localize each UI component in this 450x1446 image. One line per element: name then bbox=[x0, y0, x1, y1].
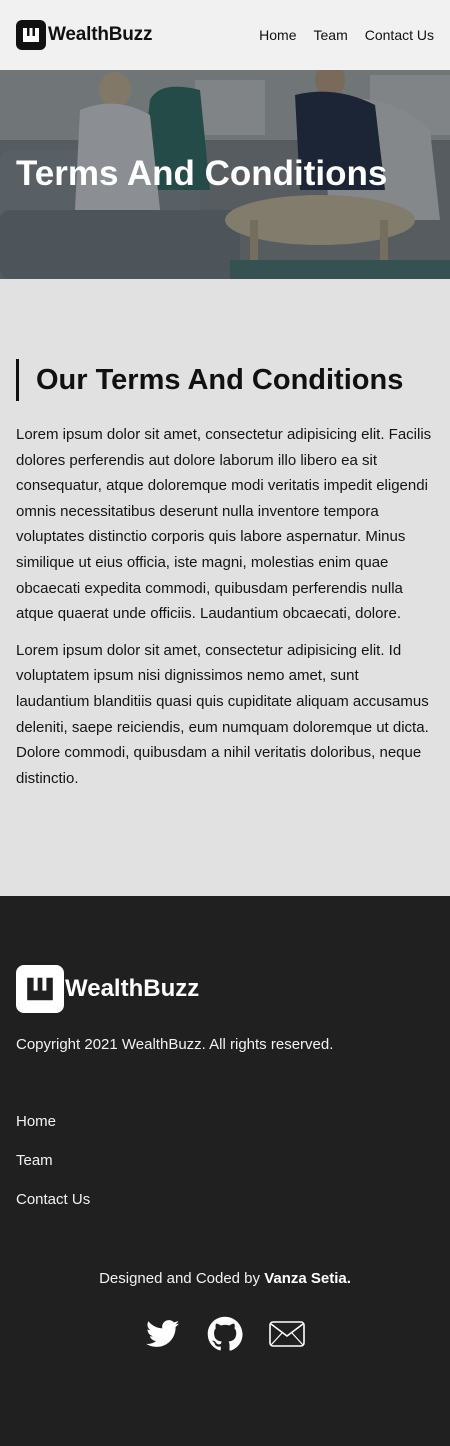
site-footer: WealthBuzz Copyright 2021 WealthBuzz. Al… bbox=[0, 896, 450, 1446]
github-icon[interactable] bbox=[207, 1316, 243, 1352]
footer-nav: Home Team Contact Us bbox=[16, 1113, 434, 1208]
terms-paragraph-2: Lorem ipsum dolor sit amet, consectetur … bbox=[16, 641, 429, 787]
hero-title: Terms And Conditions bbox=[16, 154, 388, 193]
section-heading: Our Terms And Conditions bbox=[16, 359, 434, 401]
wealthbuzz-logo-icon bbox=[16, 965, 64, 1013]
terms-paragraph-1: Lorem ipsum dolor sit amet, consectetur … bbox=[16, 426, 432, 623]
brand-name: WealthBuzz bbox=[48, 24, 153, 45]
main-nav: Home Team Contact Us bbox=[259, 27, 434, 43]
designer-credit: Designed and Coded by Vanza Setia. bbox=[16, 1270, 434, 1287]
nav-contact-link[interactable]: Contact Us bbox=[365, 27, 434, 43]
nav-team-link[interactable]: Team bbox=[314, 27, 348, 43]
twitter-icon[interactable] bbox=[145, 1316, 181, 1352]
nav-home-link[interactable]: Home bbox=[259, 27, 296, 43]
copyright-text: Copyright 2021 WealthBuzz. All rights re… bbox=[16, 1036, 334, 1053]
footer-brand-name: WealthBuzz bbox=[65, 975, 200, 1002]
terms-content: Our Terms And Conditions Lorem ipsum dol… bbox=[0, 279, 450, 896]
footer-home-link[interactable]: Home bbox=[16, 1113, 434, 1130]
footer-team-link[interactable]: Team bbox=[16, 1152, 434, 1169]
credit-prefix: Designed and Coded by bbox=[99, 1270, 265, 1287]
hero-banner: Terms And Conditions bbox=[0, 70, 450, 279]
brand-logo-link[interactable]: WealthBuzz bbox=[16, 20, 152, 50]
footer-contact-link[interactable]: Contact Us bbox=[16, 1191, 434, 1208]
footer-brand[interactable]: WealthBuzz bbox=[16, 965, 434, 1013]
mail-icon[interactable] bbox=[269, 1316, 305, 1352]
wealthbuzz-logo-icon bbox=[16, 20, 46, 50]
designer-name-link[interactable]: Vanza Setia. bbox=[264, 1270, 351, 1287]
social-links bbox=[16, 1316, 434, 1352]
site-header: WealthBuzz Home Team Contact Us bbox=[0, 0, 450, 70]
